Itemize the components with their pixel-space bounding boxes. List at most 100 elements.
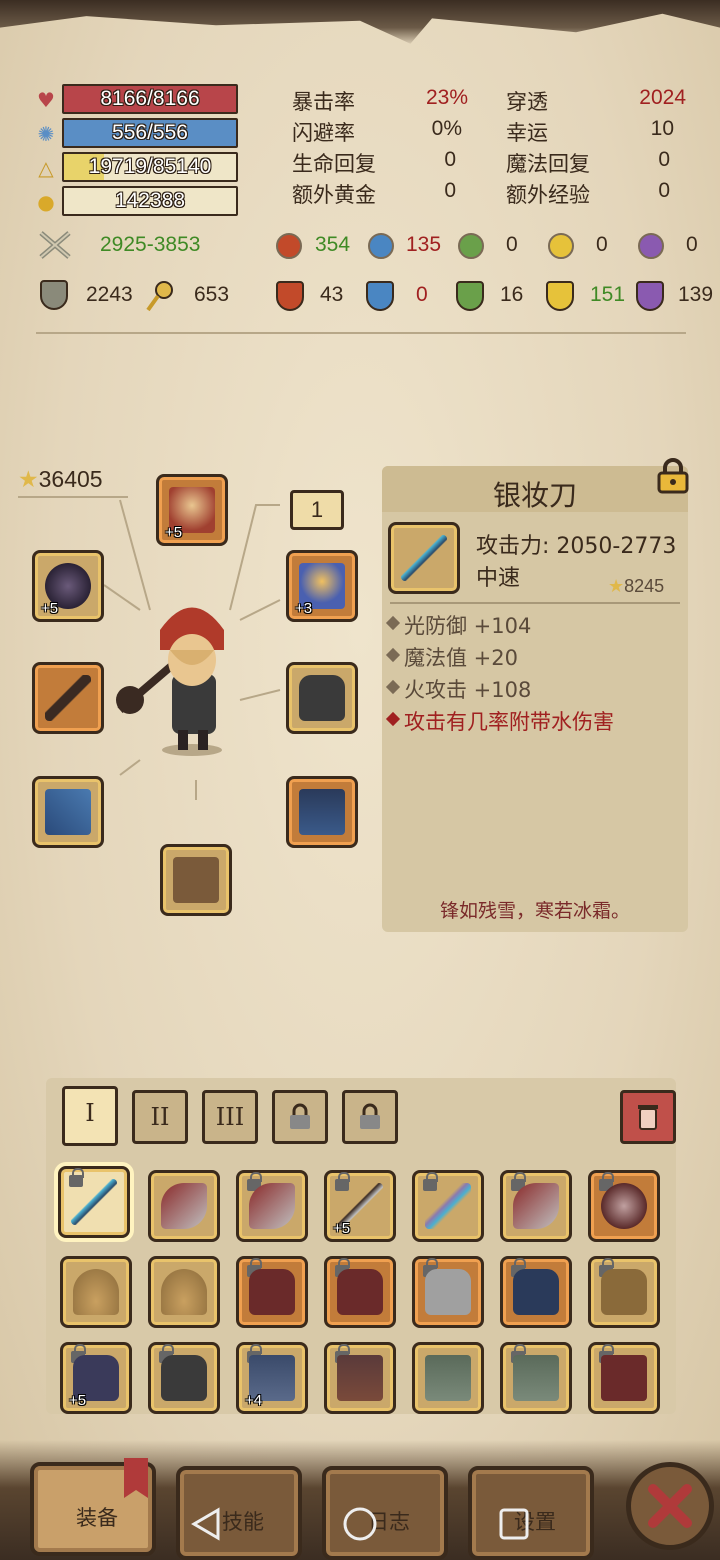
axe-icon	[249, 1183, 295, 1229]
crit-rate-label: 暴击率	[292, 90, 355, 114]
lock-icon[interactable]	[656, 458, 690, 494]
dark-attack-icon	[638, 233, 664, 259]
water-attack-icon	[368, 233, 394, 259]
nature-resist-icon	[456, 281, 484, 311]
inventory-slot-selected[interactable]	[58, 1166, 130, 1238]
item-prop-light-defense: 光防御 +104	[404, 614, 532, 638]
fire-resist-icon	[276, 281, 304, 311]
tab-set-1[interactable]: I	[62, 1086, 118, 1146]
inventory-slot[interactable]	[500, 1256, 572, 1328]
helmet-plus-badge: +5	[165, 524, 183, 541]
light-resist-icon	[546, 281, 574, 311]
pants-slot[interactable]	[286, 776, 358, 848]
extra-gold-label: 额外黄金	[292, 183, 376, 207]
item-attack: 攻击力: 2050-2773	[476, 534, 677, 559]
luck-value: 10	[650, 117, 674, 140]
water-attack-value: 135	[406, 233, 442, 256]
chest-armor-icon	[425, 1269, 471, 1315]
inventory-slot[interactable]	[148, 1342, 220, 1414]
hero-character	[116, 607, 224, 756]
inventory-slot[interactable]	[588, 1170, 660, 1242]
inventory-slot[interactable]	[412, 1256, 484, 1328]
inventory-slot[interactable]	[412, 1170, 484, 1242]
inventory-slot[interactable]: +5	[324, 1170, 396, 1242]
pants-icon	[513, 1355, 559, 1401]
item-prop-fire-attack: 火攻击 +108	[404, 678, 532, 702]
recents-icon[interactable]	[498, 1506, 530, 1542]
penetration-label: 穿透	[506, 90, 548, 114]
dodge-rate-value: 0%	[431, 117, 462, 140]
item-name: 银妆刀	[492, 479, 577, 512]
chest-armor-icon	[337, 1269, 383, 1315]
hp-bar: 8166/8166	[62, 84, 238, 114]
nature-resist-value: 16	[500, 283, 524, 306]
pants-icon	[425, 1355, 471, 1401]
plus-badge: +5	[333, 1220, 351, 1237]
home-icon[interactable]	[342, 1506, 378, 1542]
boots-icon	[601, 1355, 647, 1401]
mp-bar: 556/556	[62, 118, 238, 148]
inventory-slot[interactable]	[324, 1256, 396, 1328]
inventory-slot[interactable]	[324, 1342, 396, 1414]
gold-bar: 142388	[62, 186, 238, 216]
chest-armor-icon	[601, 1269, 647, 1315]
inventory-slot[interactable]	[236, 1256, 308, 1328]
water-resist-value: 0	[416, 283, 428, 306]
hp-regen-value: 0	[444, 148, 456, 171]
light-resist-value: 151	[590, 283, 626, 306]
orb-icon	[601, 1183, 647, 1229]
magic-defense-value: 653	[194, 283, 230, 306]
item-score-value: 8245	[624, 576, 665, 596]
necklace-slot[interactable]: +5	[32, 550, 104, 622]
straw-hat-icon	[73, 1269, 119, 1315]
lock-icon	[360, 1103, 380, 1129]
armor-value: 2243	[86, 283, 133, 306]
system-nav-bar	[0, 1492, 720, 1560]
level-icon: △	[38, 156, 54, 180]
inventory-slot[interactable]	[500, 1342, 572, 1414]
inventory-slot[interactable]	[412, 1342, 484, 1414]
boots-slot[interactable]	[160, 844, 232, 916]
dodge-rate-label: 闪避率	[292, 121, 355, 145]
chest-armor-icon	[249, 1269, 295, 1315]
weapon-slot[interactable]	[32, 662, 104, 734]
inventory-slot[interactable]: +5	[60, 1342, 132, 1414]
inventory-slot[interactable]	[500, 1170, 572, 1242]
water-resist-icon	[366, 281, 394, 311]
inventory-slot[interactable]: +4	[236, 1342, 308, 1414]
nature-attack-icon	[458, 233, 484, 259]
xp-bar: 19719/85140	[62, 152, 238, 182]
tab-set-2[interactable]: II	[132, 1090, 188, 1144]
inventory-slot[interactable]	[588, 1256, 660, 1328]
item-divider	[390, 602, 680, 604]
light-attack-icon	[548, 233, 574, 259]
inventory-slot[interactable]	[148, 1170, 220, 1242]
hp-regen-label: 生命回复	[292, 152, 376, 176]
plus-badge: +5	[69, 1392, 87, 1409]
tab-locked-4[interactable]	[272, 1090, 328, 1144]
trash-button[interactable]	[620, 1090, 676, 1144]
gloves-slot[interactable]	[32, 776, 104, 848]
inventory-slot[interactable]	[60, 1256, 132, 1328]
silver-blade-icon	[71, 1179, 117, 1225]
armor-slot[interactable]	[286, 662, 358, 734]
inventory-slot[interactable]	[148, 1256, 220, 1328]
pants-icon	[337, 1355, 383, 1401]
inventory-slot[interactable]	[588, 1342, 660, 1414]
penetration-value: 2024	[639, 86, 686, 109]
tab-set-3[interactable]: III	[202, 1090, 258, 1144]
mana-icon: ✺	[37, 122, 55, 146]
crossed-swords-icon	[38, 230, 72, 260]
helmet-slot[interactable]: +5	[156, 474, 228, 546]
pants-item	[299, 789, 345, 835]
back-icon[interactable]	[190, 1506, 222, 1542]
armor-item	[299, 675, 345, 721]
fire-attack-icon	[276, 233, 302, 259]
inventory-slot[interactable]	[236, 1170, 308, 1242]
mp-regen-label: 魔法回复	[506, 152, 590, 176]
trash-icon	[638, 1105, 658, 1130]
ring-slot[interactable]: +3	[286, 550, 358, 622]
tab-locked-5[interactable]	[342, 1090, 398, 1144]
necklace-plus-badge: +5	[41, 600, 59, 617]
dark-attack-value: 0	[686, 233, 698, 256]
